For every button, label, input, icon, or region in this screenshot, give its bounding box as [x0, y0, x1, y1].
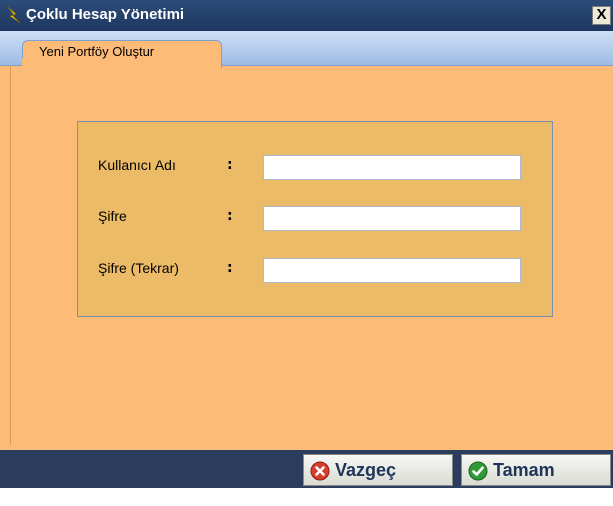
cancel-button-label: Vazgeç	[335, 460, 397, 480]
password-repeat-label: Şifre (Tekrar)	[98, 260, 179, 276]
password-separator: :	[227, 208, 233, 224]
window-title: Çoklu Hesap Yönetimi	[26, 6, 185, 23]
ok-button[interactable]: Tamam	[461, 454, 611, 486]
title-bar: Çoklu Hesap Yönetimi X	[0, 0, 613, 31]
password-repeat-separator: :	[227, 260, 233, 276]
tab-new-portfolio[interactable]: Yeni Portföy Oluştur	[22, 40, 222, 68]
username-separator: :	[227, 157, 233, 173]
close-button[interactable]: X	[592, 6, 611, 25]
username-input[interactable]	[263, 155, 521, 180]
password-repeat-input[interactable]	[263, 258, 521, 283]
lightning-icon	[7, 6, 21, 24]
frame-line	[10, 65, 11, 445]
password-label: Şifre	[98, 208, 127, 224]
ok-button-label: Tamam	[493, 460, 555, 480]
password-input[interactable]	[263, 206, 521, 231]
multi-account-dialog: Çoklu Hesap Yönetimi X Yeni Portföy Oluş…	[0, 0, 613, 488]
cancel-x-icon	[310, 461, 330, 481]
cancel-button[interactable]: Vazgeç	[303, 454, 453, 486]
below-window-area	[0, 488, 613, 506]
check-icon	[468, 461, 488, 481]
username-label: Kullanıcı Adı	[98, 157, 176, 173]
